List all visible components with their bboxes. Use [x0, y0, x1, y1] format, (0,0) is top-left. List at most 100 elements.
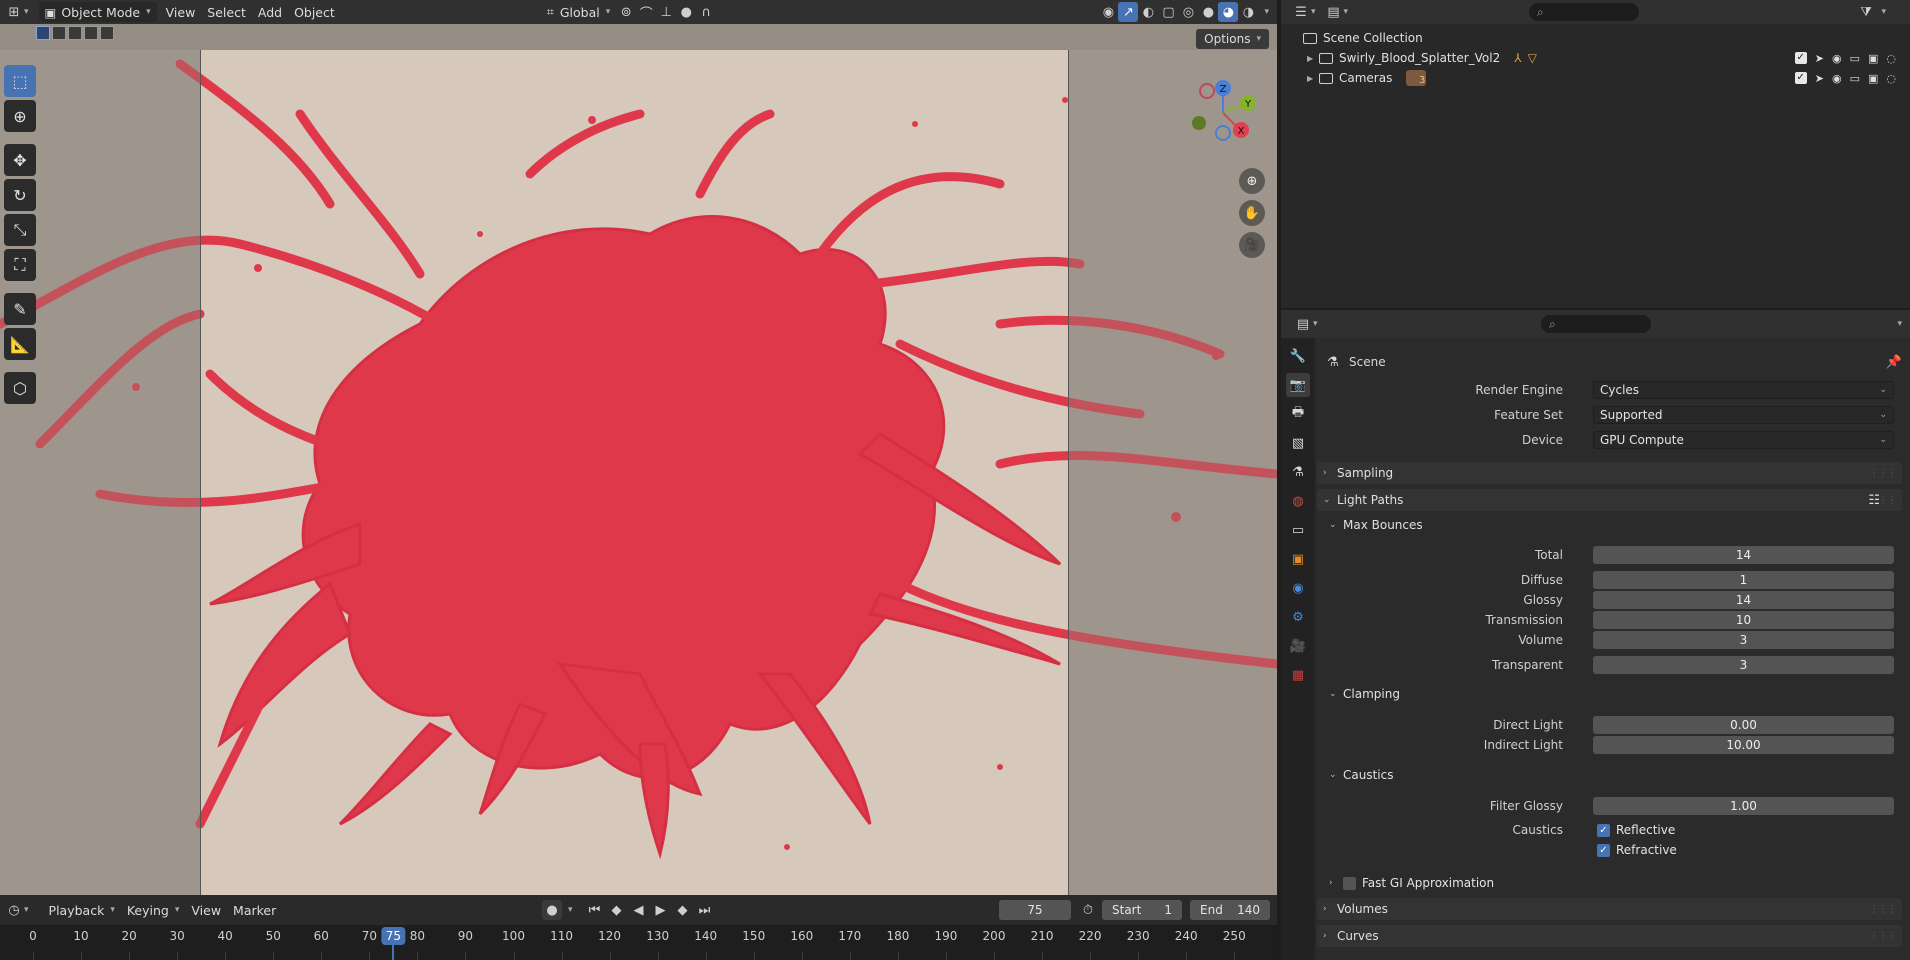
monitor-icon[interactable]: ▭: [1850, 72, 1860, 85]
wireframe-shading-icon[interactable]: ◎: [1178, 2, 1198, 22]
refractive-checkbox[interactable]: ✓ Refractive: [1597, 841, 1894, 859]
curves-panel-header[interactable]: › Curves ⋮⋮⋮: [1317, 925, 1902, 947]
rotate-tool-icon[interactable]: ↻: [4, 179, 36, 211]
light-paths-panel-header[interactable]: ⌄ Light Paths ☷ ⋮⋮⋮: [1317, 489, 1902, 511]
menu-playback[interactable]: Playback ▾: [43, 900, 121, 920]
drag-handle-icon[interactable]: ⋮⋮⋮: [1869, 931, 1897, 942]
properties-editor-type-icon[interactable]: ▤: [1293, 314, 1313, 334]
solid-shading-icon[interactable]: ●: [1198, 2, 1218, 22]
visibility-icon[interactable]: ◉: [1098, 2, 1118, 22]
rendered-shading-icon[interactable]: ◑: [1238, 2, 1258, 22]
select-new-icon[interactable]: [36, 26, 50, 40]
material-shading-icon[interactable]: ◕: [1218, 2, 1239, 22]
gizmo-toggle-icon[interactable]: ↗: [1118, 2, 1139, 22]
bounce-glossy-field[interactable]: 14: [1593, 591, 1894, 609]
scene-collection-row[interactable]: Scene Collection: [1281, 28, 1910, 48]
navigation-gizmo[interactable]: Z Y X: [1183, 68, 1263, 158]
snap-target-icon[interactable]: ⊥: [656, 2, 676, 22]
pivot-icon[interactable]: ⊚: [616, 2, 636, 22]
indirect-light-field[interactable]: 10.00: [1593, 736, 1894, 754]
camera-view-icon[interactable]: 🎥: [1239, 232, 1265, 258]
output-tab-icon[interactable]: 🖶: [1286, 402, 1310, 426]
exclude-checkbox[interactable]: ✓: [1794, 51, 1807, 64]
transform-tool-icon[interactable]: ⛶: [4, 249, 36, 281]
object-data-tab-icon[interactable]: 🎥: [1286, 634, 1310, 658]
feature-set-dropdown[interactable]: Supported ⌄: [1593, 406, 1894, 424]
prev-keyframe-icon[interactable]: ◆: [607, 900, 627, 920]
menu-view[interactable]: View: [160, 2, 202, 22]
bounce-diffuse-field[interactable]: 1: [1593, 571, 1894, 589]
monitor-icon[interactable]: ▭: [1850, 52, 1860, 65]
play-icon[interactable]: ▶: [651, 900, 671, 920]
direct-light-field[interactable]: 0.00: [1593, 716, 1894, 734]
play-reverse-icon[interactable]: ◀: [629, 900, 649, 920]
mode-dropdown[interactable]: ▣ Object Mode ▾: [38, 2, 157, 22]
start-frame-field[interactable]: Start 1: [1102, 900, 1182, 920]
scale-tool-icon[interactable]: ⤡: [4, 214, 36, 246]
snap-icon[interactable]: ⌒: [636, 2, 656, 22]
pin-icon[interactable]: 📌: [1886, 355, 1902, 370]
texture-tab-icon[interactable]: ▦: [1286, 663, 1310, 687]
camera-icon[interactable]: ▣: [1868, 52, 1878, 65]
filter-icon[interactable]: ⧩: [1856, 2, 1876, 22]
select-arrow-icon[interactable]: ➤: [1815, 52, 1824, 65]
selection-mode-icons[interactable]: [36, 26, 114, 40]
clamping-subpanel-header[interactable]: ⌄ Clamping: [1329, 683, 1400, 705]
bounce-transmission-field[interactable]: 10: [1593, 611, 1894, 629]
proportional-edit-icon[interactable]: ●: [676, 2, 696, 22]
jump-end-icon[interactable]: ⏭: [695, 900, 715, 920]
menu-select[interactable]: Select: [201, 2, 252, 22]
display-mode-icon[interactable]: ▤: [1324, 2, 1344, 22]
menu-add[interactable]: Add: [252, 2, 288, 22]
overlays-icon[interactable]: ◐: [1138, 2, 1158, 22]
expand-arrow-icon[interactable]: ▶: [1307, 54, 1319, 63]
exclude-checkbox[interactable]: ✓: [1794, 71, 1807, 84]
options-dropdown[interactable]: Options ▾: [1196, 29, 1269, 49]
tool-tab-icon[interactable]: 🔧: [1286, 344, 1310, 368]
drag-handle-icon[interactable]: ⋮⋮⋮: [1869, 468, 1897, 479]
orientation-dropdown[interactable]: ⌗ Global ▾: [541, 2, 616, 22]
next-keyframe-icon[interactable]: ◆: [673, 900, 693, 920]
bounce-volume-field[interactable]: 3: [1593, 631, 1894, 649]
camera-icon[interactable]: ▣: [1868, 72, 1878, 85]
select-box-tool-icon[interactable]: ⬚: [4, 65, 36, 97]
drag-handle-icon[interactable]: ⋮⋮⋮: [1869, 495, 1897, 506]
properties-search-input[interactable]: ⌕: [1541, 315, 1651, 333]
eye-icon[interactable]: ◉: [1832, 52, 1842, 65]
timeline-editor-type-icon[interactable]: ◷: [4, 900, 24, 920]
select-subtract-icon[interactable]: [68, 26, 82, 40]
render-tab-icon[interactable]: 📷: [1286, 373, 1310, 397]
holdout-icon[interactable]: ◌: [1886, 52, 1896, 65]
end-frame-field[interactable]: End 140: [1190, 900, 1270, 920]
holdout-icon[interactable]: ◌: [1886, 72, 1896, 85]
timeline-menu-view[interactable]: View: [185, 900, 227, 920]
menu-marker[interactable]: Marker: [227, 900, 282, 920]
xray-icon[interactable]: ▢: [1158, 2, 1178, 22]
jump-start-icon[interactable]: ⏮: [585, 900, 605, 920]
caustics-subpanel-header[interactable]: ⌄ Caustics: [1329, 764, 1393, 786]
fast-gi-checkbox[interactable]: Fast GI Approximation: [1343, 876, 1494, 890]
annotate-tool-icon[interactable]: ✎: [4, 293, 36, 325]
move-tool-icon[interactable]: ✥: [4, 144, 36, 176]
select-intersect-icon[interactable]: [100, 26, 114, 40]
zoom-icon[interactable]: ⊕: [1239, 168, 1265, 194]
editor-type-icon[interactable]: ⊞: [4, 2, 24, 22]
stopwatch-icon[interactable]: ⏱: [1078, 900, 1098, 920]
bounce-total-field[interactable]: 14: [1593, 546, 1894, 564]
outliner-item[interactable]: ▶ Swirly_Blood_Splatter_Vol2 ⅄ ▽ ✓ ➤ ◉ ▭…: [1281, 48, 1910, 68]
select-arrow-icon[interactable]: ➤: [1815, 72, 1824, 85]
reflective-checkbox[interactable]: ✓ Reflective: [1597, 821, 1894, 839]
volumes-panel-header[interactable]: › Volumes ⋮⋮⋮: [1317, 898, 1902, 920]
world-tab-icon[interactable]: ◍: [1286, 489, 1310, 513]
fast-gi-subpanel-header[interactable]: › Fast GI Approximation: [1329, 872, 1494, 894]
expand-arrow-icon[interactable]: ▶: [1307, 74, 1319, 83]
add-cube-tool-icon[interactable]: ⬡: [4, 372, 36, 404]
frame-ruler[interactable]: 0 10 20 30 40 50 60 70 80 90 100 110 120 130 140 150 160…: [0, 925, 1277, 960]
drag-handle-icon[interactable]: ⋮⋮⋮: [1869, 904, 1897, 915]
outliner-search-input[interactable]: ⌕: [1529, 3, 1639, 21]
current-frame-marker[interactable]: 75: [381, 927, 406, 945]
sampling-panel-header[interactable]: › Sampling ⋮⋮⋮: [1317, 462, 1902, 484]
device-dropdown[interactable]: GPU Compute ⌄: [1593, 431, 1894, 449]
select-extend-icon[interactable]: [52, 26, 66, 40]
modifier-tab-icon[interactable]: ◉: [1286, 576, 1310, 600]
